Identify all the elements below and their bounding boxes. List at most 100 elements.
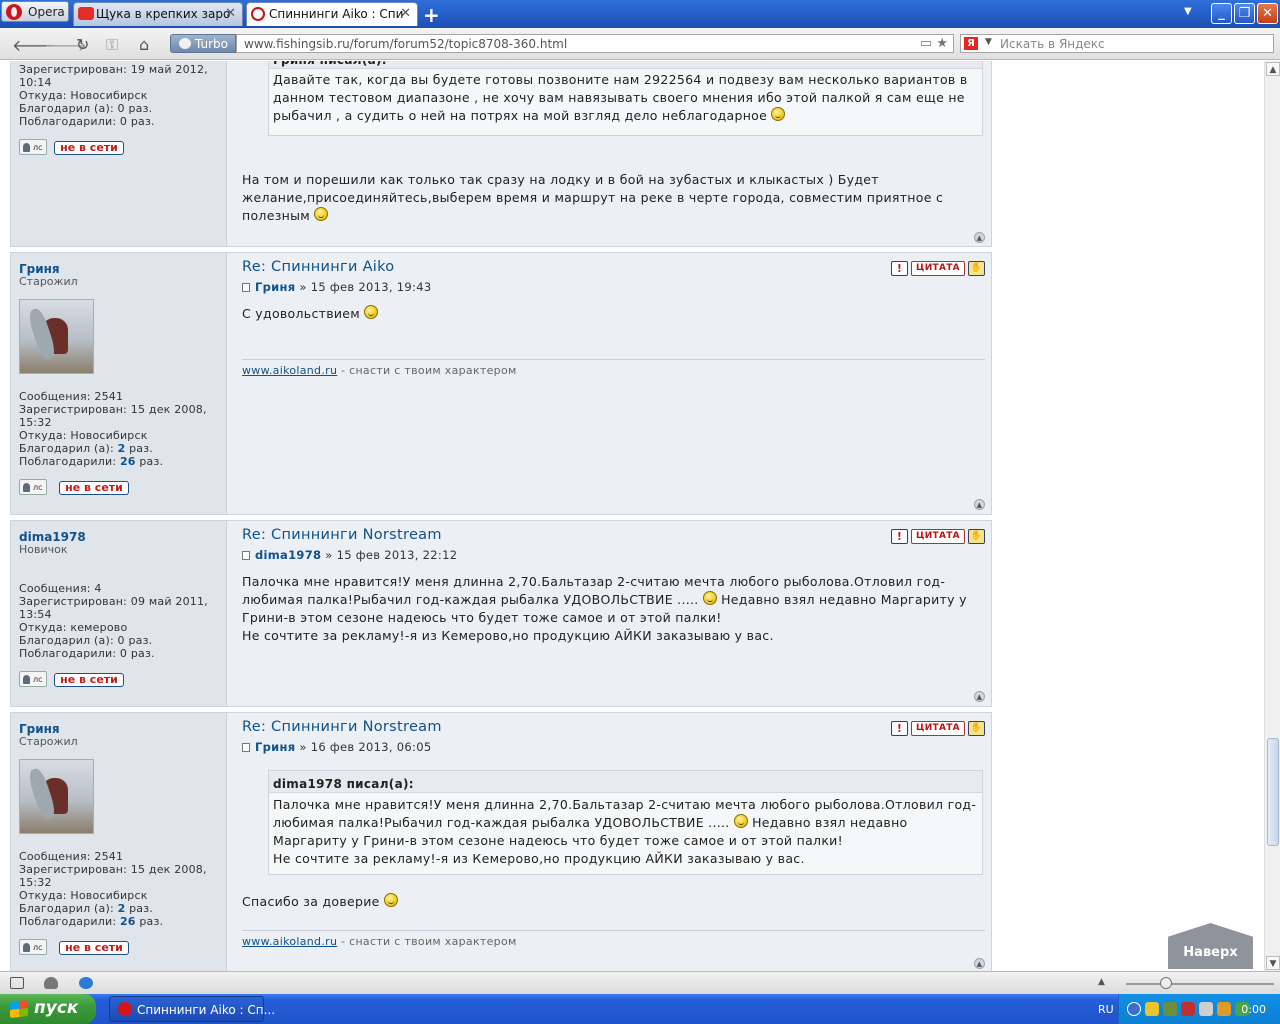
user-location: Откуда: кемерово: [19, 621, 128, 634]
start-button[interactable]: пуск: [0, 994, 96, 1024]
key-icon[interactable]: ⚿: [106, 35, 118, 55]
thanks-hand-icon[interactable]: ✋: [968, 529, 985, 544]
close-tab-icon[interactable]: ✕: [400, 6, 411, 21]
post-text: На том и порешили как только так сразу н…: [242, 172, 944, 223]
antivirus-icon[interactable]: [1181, 1002, 1195, 1016]
windows-taskbar: пуск Спиннинги Aiko : Сп... RU 0:00: [0, 994, 1280, 1024]
author-name[interactable]: Гриня: [19, 722, 60, 736]
turbo-button[interactable]: Turbo: [170, 34, 236, 53]
update-icon[interactable]: [1217, 1002, 1231, 1016]
post-body: Re: Спиннинги Norstream ! ЦИТАТА ✋ dima197…: [242, 521, 985, 706]
quote-block: Гриня писал(а): Давайте так, когда вы бу…: [268, 61, 983, 136]
post-title[interactable]: Re: Спиннинги Aiko: [242, 259, 394, 275]
tab-list-chevron-icon[interactable]: ▼: [1184, 6, 1192, 17]
minimize-icon[interactable]: _: [1211, 3, 1232, 24]
opera-menu-button[interactable]: Opera: [1, 1, 69, 22]
quote-header: dima1978 писал(а):: [269, 771, 982, 793]
offline-status-button[interactable]: не в сети: [59, 481, 129, 495]
taskbar-window-button[interactable]: Спиннинги Aiko : Сп...: [109, 996, 275, 1022]
pm-button[interactable]: лс: [19, 139, 47, 155]
back-to-top-icon[interactable]: ▲: [974, 232, 985, 243]
post-author-link[interactable]: Гриня: [255, 740, 295, 754]
home-icon[interactable]: ⌂: [139, 35, 149, 54]
network-icon[interactable]: [1163, 1002, 1177, 1016]
panel-toggle-icon[interactable]: [10, 977, 24, 989]
forum-post: Гриня Старожил Сообщения: 2541 Зарегистр…: [10, 712, 992, 971]
quote-button[interactable]: ЦИТАТА: [911, 529, 965, 544]
author-stats: Сообщения: 2541 Зарегистрирован: 15 дек …: [19, 850, 219, 928]
pm-button[interactable]: лс: [19, 479, 47, 495]
close-window-icon[interactable]: ✕: [1257, 3, 1278, 24]
scrollbar-thumb[interactable]: [1267, 738, 1279, 846]
back-to-top-icon[interactable]: ▲: [974, 958, 985, 969]
quote-button[interactable]: ЦИТАТА: [911, 721, 965, 736]
search-field[interactable]: Я ▼ Искать в Яндекс: [960, 34, 1274, 53]
scroll-to-top-button[interactable]: Наверх: [1168, 923, 1253, 969]
thanks-hand-icon[interactable]: ✋: [968, 261, 985, 276]
turbo-label: Turbo: [195, 37, 229, 51]
report-button[interactable]: !: [891, 529, 908, 544]
bookmark-star-icon[interactable]: ★: [936, 36, 948, 51]
zoom-slider-track[interactable]: [1126, 983, 1274, 985]
registered-date: Зарегистрирован: 15 дек 2008, 15:32: [19, 403, 207, 429]
post-meta: Гриня » 16 фев 2013, 06:05: [242, 740, 431, 754]
offline-status-button[interactable]: не в сети: [54, 141, 124, 155]
post-text-block: Спасибо за доверие: [242, 893, 983, 911]
taskbar-window-title: Спиннинги Aiko : Сп...: [137, 1003, 276, 1017]
pm-button[interactable]: лс: [19, 671, 47, 687]
speed-dial-icon[interactable]: ▭: [920, 36, 932, 51]
vertical-scrollbar[interactable]: ▲ ▼: [1264, 61, 1280, 971]
post-date: » 16 фев 2013, 06:05: [295, 740, 432, 754]
tab-youtube[interactable]: Щука в крепких заросл... ✕: [73, 2, 243, 26]
address-field[interactable]: www.fishingsib.ru/forum/forum52/topic870…: [236, 34, 954, 53]
grin-emoji-icon: [733, 814, 748, 828]
post-title[interactable]: Re: Спиннинги Norstream: [242, 527, 442, 543]
opera-unite-icon[interactable]: [44, 977, 58, 989]
system-clock[interactable]: 0:00: [1241, 1003, 1266, 1016]
pm-button[interactable]: лс: [19, 939, 47, 955]
offline-status-button[interactable]: не в сети: [54, 673, 124, 687]
post-meta: Гриня » 15 фев 2013, 19:43: [242, 280, 431, 294]
post-body: Гриня писал(а): Давайте так, когда вы бу…: [242, 61, 985, 246]
signature-link[interactable]: www.aikoland.ru: [242, 364, 337, 377]
back-to-top-icon[interactable]: ▲: [974, 499, 985, 510]
thanks-received-count: Поблагодарили: 0 раз.: [19, 647, 155, 660]
volume-icon[interactable]: [1199, 1002, 1213, 1016]
tab-aiko[interactable]: Спиннинги Aiko : Спин... ✕: [246, 2, 418, 26]
address-toolbar: 🡐 🡒 ↻ ⚿ ⌂ Turbo www.fishingsib.ru/forum/…: [0, 28, 1280, 60]
report-button[interactable]: !: [891, 261, 908, 276]
post-file-icon[interactable]: [242, 743, 250, 752]
view-options-arrow-icon[interactable]: ▲: [1098, 977, 1105, 987]
quote-button[interactable]: ЦИТАТА: [911, 261, 965, 276]
turbo-status-icon[interactable]: [79, 977, 93, 989]
tray-arrow-icon[interactable]: [1127, 1002, 1141, 1016]
quote-text-part3: Не сочтите за рекламу!-я из Кемерово,но …: [273, 851, 805, 866]
zoom-slider-handle[interactable]: [1160, 977, 1172, 989]
back-to-top-icon[interactable]: ▲: [974, 691, 985, 702]
post-author-link[interactable]: Гриня: [255, 280, 295, 294]
scroll-down-arrow-icon[interactable]: ▼: [1266, 956, 1280, 970]
new-tab-plus-icon[interactable]: +: [423, 3, 440, 27]
author-name[interactable]: dima1978: [19, 530, 86, 544]
signature-link[interactable]: www.aikoland.ru: [242, 935, 337, 948]
post-file-icon[interactable]: [242, 283, 250, 292]
post-author-link[interactable]: dima1978: [255, 548, 321, 562]
post-title[interactable]: Re: Спиннинги Norstream: [242, 719, 442, 735]
close-tab-icon[interactable]: ✕: [225, 6, 236, 21]
shield-icon[interactable]: [1145, 1002, 1159, 1016]
reload-icon[interactable]: ↻: [76, 35, 89, 54]
post-count: Сообщения: 4: [19, 582, 102, 595]
registered-date: Зарегистрирован: 19 май 2012, 10:14: [19, 63, 208, 89]
scroll-up-arrow-icon[interactable]: ▲: [1266, 62, 1280, 76]
thanks-received-count: Поблагодарили: 26 раз.: [19, 915, 164, 928]
post-file-icon[interactable]: [242, 551, 250, 560]
report-button[interactable]: !: [891, 721, 908, 736]
windows-logo-icon: [10, 1000, 28, 1018]
offline-status-button[interactable]: не в сети: [59, 941, 129, 955]
search-engine-dropdown-icon[interactable]: ▼: [985, 37, 992, 47]
restore-icon[interactable]: ❐: [1234, 3, 1255, 24]
registered-date: Зарегистрирован: 09 май 2011, 13:54: [19, 595, 208, 621]
author-name[interactable]: Гриня: [19, 262, 60, 276]
language-indicator[interactable]: RU: [1098, 1003, 1114, 1016]
thanks-hand-icon[interactable]: ✋: [968, 721, 985, 736]
